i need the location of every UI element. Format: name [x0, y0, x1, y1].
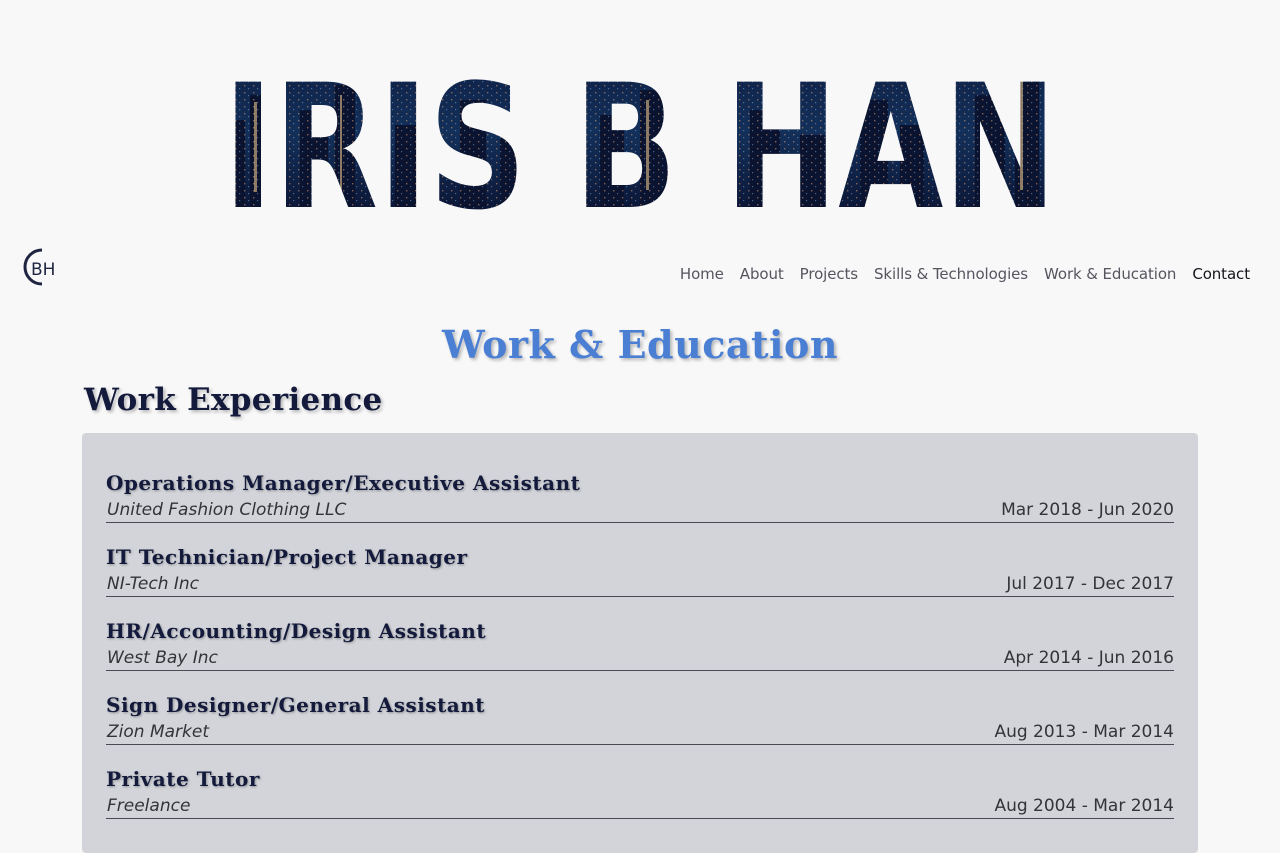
work-entry: IT Technician/Project Manager NI-Tech In…: [106, 523, 1174, 597]
job-dates: Jul 2017 - Dec 2017: [1006, 574, 1174, 594]
job-role: Sign Designer/General Assistant: [106, 693, 486, 717]
job-role: Operations Manager/Executive Assistant: [106, 471, 581, 495]
site-logo[interactable]: BH: [22, 246, 62, 288]
job-dates: Aug 2004 - Mar 2014: [994, 796, 1174, 816]
job-dates: Aug 2013 - Mar 2014: [994, 722, 1174, 742]
page-title: Work & Education: [442, 322, 838, 367]
work-entry: Private Tutor Freelance Aug 2004 - Mar 2…: [106, 745, 1174, 819]
job-organization: West Bay Inc: [107, 648, 218, 668]
nav-contact[interactable]: Contact: [1192, 265, 1250, 283]
work-entry: HR/Accounting/Design Assistant West Bay …: [106, 597, 1174, 671]
work-entry: Sign Designer/General Assistant Zion Mar…: [106, 671, 1174, 745]
logo-text: BH: [31, 260, 55, 280]
job-role: Private Tutor: [106, 767, 260, 791]
job-organization: United Fashion Clothing LLC: [107, 500, 347, 520]
work-entry: Operations Manager/Executive Assistant U…: [106, 449, 1174, 523]
job-organization: Zion Market: [107, 722, 209, 742]
job-role: IT Technician/Project Manager: [106, 545, 468, 569]
hero-banner: IRIS B HAN: [0, 0, 1280, 230]
job-organization: Freelance: [107, 796, 191, 816]
job-role: HR/Accounting/Design Assistant: [106, 619, 487, 643]
job-dates: Apr 2014 - Jun 2016: [1003, 648, 1174, 668]
nav-skills[interactable]: Skills & Technologies: [874, 265, 1028, 283]
work-experience-card: Operations Manager/Executive Assistant U…: [82, 433, 1198, 853]
nav-work-education[interactable]: Work & Education: [1044, 265, 1176, 283]
nav-projects[interactable]: Projects: [800, 265, 858, 283]
hero-name-graphic: IRIS B HAN: [223, 47, 1057, 215]
nav-home[interactable]: Home: [680, 265, 724, 283]
job-organization: NI-Tech Inc: [107, 574, 200, 594]
work-experience-heading: Work Experience: [84, 382, 383, 418]
nav-about[interactable]: About: [740, 265, 784, 283]
bh-monogram-icon: BH: [23, 248, 55, 286]
job-dates: Mar 2018 - Jun 2020: [1001, 500, 1174, 520]
main-nav: Home About Projects Skills & Technologie…: [680, 262, 1250, 286]
